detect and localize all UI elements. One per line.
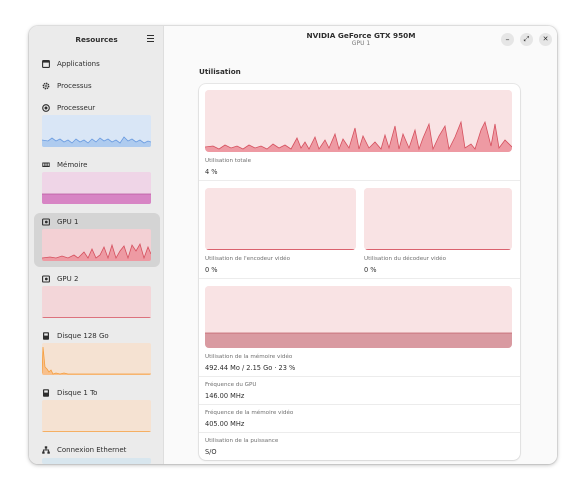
usage-card: Utilisation totale 4 % Utilisation de l'… [199, 84, 520, 460]
divider [199, 278, 520, 279]
sidebar-item-label: Processus [57, 82, 92, 90]
maximize-button[interactable]: ⤢ [520, 33, 533, 46]
total-usage-graph [205, 90, 512, 152]
ethernet-graph [42, 458, 151, 464]
memory-icon [42, 162, 50, 167]
video-memory-graph [205, 286, 512, 348]
cpu-icon [42, 104, 50, 112]
sidebar-item-label: GPU 1 [57, 218, 79, 226]
gpu-1-graph [42, 229, 151, 261]
close-button[interactable]: ✕ [539, 33, 552, 46]
gpu-2-graph [42, 286, 151, 318]
hamburger-menu-icon[interactable] [147, 35, 154, 43]
encoder-label: Utilisation de l'encodeur vidéo [205, 256, 291, 262]
sidebar-item-label: Disque 1 To [57, 389, 98, 397]
sidebar-item-label: Applications [57, 60, 100, 68]
network-icon [42, 446, 50, 454]
main-panel: NVIDIA GeForce GTX 950M GPU 1 – ⤢ ✕ Util… [165, 26, 557, 464]
sidebar-item-label: Mémoire [57, 161, 88, 169]
decoder-graph [364, 188, 512, 250]
sidebar-item-processeur[interactable]: Processeur [34, 100, 160, 151]
sidebar-item-disque-1to[interactable]: Disque 1 To [34, 385, 160, 436]
power-usage-label: Utilisation de la puissance [205, 438, 279, 444]
total-usage-label: Utilisation totale [205, 158, 252, 164]
page-title: NVIDIA GeForce GTX 950M [306, 31, 416, 40]
sidebar-item-disque-128[interactable]: Disque 128 Go [34, 328, 160, 379]
disk-icon [43, 389, 49, 397]
memory-graph [42, 172, 151, 204]
decoder-value: 0 % [364, 266, 377, 274]
decoder-label: Utilisation du décodeur vidéo [364, 256, 447, 262]
sidebar-item-label: Disque 128 Go [57, 332, 109, 340]
sidebar-item-label: GPU 2 [57, 275, 79, 283]
video-memory-value: 492.44 Mo / 2.15 Go · 23 % [205, 364, 296, 372]
gpu-icon [42, 275, 50, 283]
sidebar-title: Resources [75, 35, 118, 44]
sidebar-header: Resources [29, 26, 163, 52]
sidebar-item-label: Processeur [57, 104, 96, 112]
divider [199, 404, 520, 405]
cpu-graph [42, 115, 151, 147]
gpu-frequency-label: Fréquence du GPU [205, 382, 257, 388]
encoder-value: 0 % [205, 266, 218, 274]
sidebar-item-gpu-1[interactable]: GPU 1 [34, 213, 160, 267]
sidebar-item-gpu-2[interactable]: GPU 2 [34, 271, 160, 322]
minimize-button[interactable]: – [501, 33, 514, 46]
sidebar-item-ethernet[interactable]: Connexion Ethernet [34, 442, 160, 464]
section-title: Utilisation [199, 67, 241, 76]
app-window: Resources Applications Processus Process… [29, 26, 557, 464]
gpu-frequency-value: 146.00 MHz [205, 392, 245, 400]
total-usage-value: 4 % [205, 168, 218, 176]
divider [199, 376, 520, 377]
memory-frequency-value: 405.00 MHz [205, 420, 245, 428]
gpu-icon [42, 218, 50, 226]
gear-icon [42, 82, 50, 90]
disk-icon [43, 332, 49, 340]
sidebar-item-processus[interactable]: Processus [34, 78, 160, 94]
sidebar-item-memoire[interactable]: Mémoire [34, 157, 160, 208]
sidebar-item-applications[interactable]: Applications [34, 56, 160, 72]
memory-frequency-label: Fréquence de la mémoire vidéo [205, 410, 294, 416]
video-memory-label: Utilisation de la mémoire vidéo [205, 354, 293, 360]
disk-1to-graph [42, 400, 151, 432]
divider [199, 432, 520, 433]
window-icon [42, 60, 50, 68]
sidebar: Resources Applications Processus Process… [29, 26, 164, 464]
power-usage-value: S/O [205, 448, 217, 456]
page-subtitle: GPU 1 [351, 40, 371, 47]
divider [199, 180, 520, 181]
sidebar-item-label: Connexion Ethernet [57, 446, 127, 454]
disk-128-graph [42, 343, 151, 375]
encoder-graph [205, 188, 356, 250]
